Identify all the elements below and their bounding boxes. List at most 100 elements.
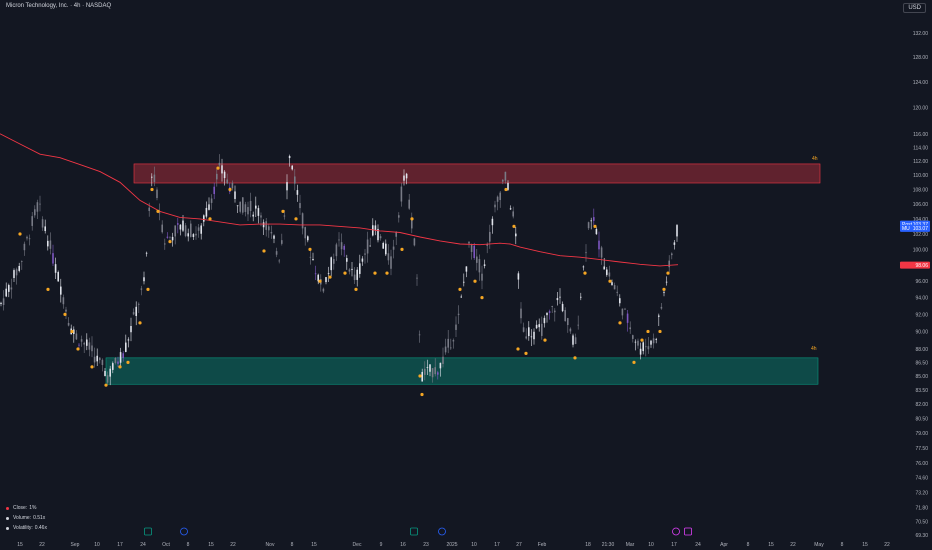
candle-body — [80, 339, 83, 342]
price-chart[interactable]: 132.00 128.00 124.00 120.00 116.00 114.00 112.… — [0, 0, 932, 550]
candle-body — [431, 368, 434, 378]
x-tick-label: 21:30 — [602, 542, 615, 548]
x-tick-label: 8 — [841, 542, 844, 548]
x-tick-label: 22 — [790, 542, 796, 548]
candle-body — [559, 296, 561, 298]
candle-body — [75, 333, 78, 340]
candle-body — [655, 338, 657, 340]
candle-body — [621, 308, 624, 316]
signal-marker — [524, 351, 528, 355]
candle-body — [372, 225, 374, 236]
candle-body — [390, 256, 392, 269]
x-tick-label: 10 — [94, 542, 100, 548]
signal-marker — [516, 347, 520, 351]
candle-body — [658, 315, 660, 317]
signal-marker — [385, 271, 389, 275]
signal-marker — [90, 365, 94, 369]
candle-body — [642, 342, 644, 352]
candle-body — [294, 176, 296, 184]
candle-body — [125, 342, 127, 352]
signal-marker — [63, 312, 67, 316]
x-tick-label: 16 — [400, 542, 406, 548]
y-tick-label: 94.00 — [915, 296, 928, 302]
signal-marker — [262, 249, 266, 253]
x-tick-label: Apr — [720, 542, 728, 548]
candle-body — [587, 222, 590, 229]
y-tick-label: 90.00 — [915, 329, 928, 335]
candle-body — [169, 236, 171, 238]
candle-body — [385, 243, 387, 255]
candle-body — [39, 203, 41, 205]
candle-body — [158, 212, 161, 214]
x-tick-label: 15 — [768, 542, 774, 548]
price-tag-name: MU — [902, 226, 910, 232]
candle-body — [504, 171, 507, 181]
signal-marker — [281, 209, 285, 214]
candle-body — [439, 362, 442, 369]
stats-panel: Close:1% Volume:0.51x Volatility:0.46x — [6, 503, 47, 533]
candle-body — [452, 340, 455, 342]
candle-body — [104, 370, 106, 377]
candle-body — [109, 368, 111, 377]
candle-body — [244, 204, 247, 212]
candle-body — [447, 338, 449, 348]
candle-body — [426, 367, 429, 368]
candle-body — [429, 364, 431, 372]
x-tick-label: 8 — [291, 542, 294, 548]
x-tick-label: Sep — [71, 542, 80, 548]
y-tick-label: 71.80 — [915, 505, 928, 511]
x-tick-label: Oct — [162, 542, 170, 548]
y-tick-label: 86.50 — [915, 360, 928, 366]
signal-marker — [168, 240, 172, 244]
candle-body — [460, 296, 462, 298]
candle-body — [13, 270, 15, 279]
candle-body — [86, 339, 88, 346]
candle-body — [221, 165, 223, 174]
volatility-dot-icon — [6, 526, 9, 530]
candle-body — [47, 240, 49, 247]
candle-body — [606, 269, 608, 275]
candle-body — [572, 335, 574, 345]
candle-body — [28, 238, 31, 240]
x-tick-label: 22 — [230, 542, 236, 548]
candle-body — [148, 207, 150, 211]
candle-body — [174, 225, 176, 237]
candle-body — [291, 165, 293, 170]
candle-body — [554, 310, 556, 313]
candle-body — [647, 346, 650, 350]
y-tick-label: 79.00 — [915, 431, 928, 437]
candle-body — [223, 171, 226, 179]
signal-marker — [632, 360, 636, 364]
candle-body — [143, 277, 145, 282]
y-tick-label: 100.00 — [913, 247, 929, 253]
candle-body — [616, 291, 618, 293]
candle-body — [520, 308, 522, 319]
candle-body — [593, 217, 595, 221]
candle-body — [515, 233, 517, 237]
candle-body — [364, 253, 366, 255]
y-tick-label: 83.50 — [915, 388, 928, 394]
candle-body — [569, 328, 572, 332]
candle-body — [255, 205, 257, 209]
candle-body — [309, 256, 312, 258]
candle-body — [247, 207, 249, 215]
candle-body — [366, 239, 369, 254]
candle-body — [434, 367, 436, 375]
candle-body — [538, 324, 540, 328]
candle-body — [611, 282, 613, 286]
y-tick-label: 102.00 — [913, 232, 929, 238]
candle-body — [512, 211, 514, 217]
candle-body — [283, 215, 286, 217]
candle-body — [577, 324, 579, 326]
y-tick-label: 132.00 — [913, 31, 929, 37]
signal-marker — [104, 383, 108, 387]
signal-marker — [410, 217, 414, 221]
candle-body — [151, 176, 153, 178]
candle-body — [639, 348, 642, 355]
candle-body — [216, 173, 218, 180]
signal-marker — [208, 217, 212, 221]
candle-body — [190, 223, 192, 237]
candle-body — [613, 285, 616, 290]
candle-body — [226, 179, 228, 184]
x-tick-label: 18 — [585, 542, 591, 548]
